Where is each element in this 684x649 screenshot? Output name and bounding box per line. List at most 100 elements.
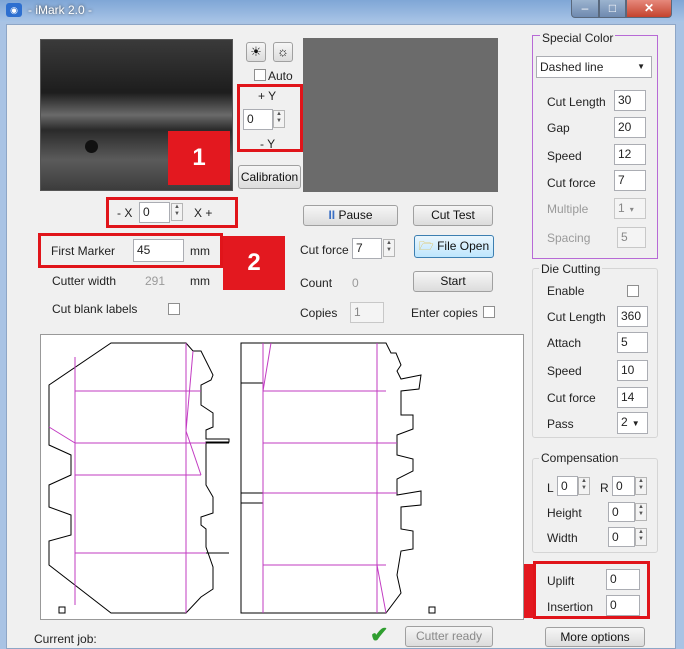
cutter-width-value: 291 xyxy=(145,274,166,288)
chevron-down-icon: ▼ xyxy=(631,419,640,428)
comp-r-input[interactable]: 0 xyxy=(612,476,635,496)
annotation-badge-2: 2 xyxy=(223,236,285,290)
sc-gap-label: Gap xyxy=(547,121,570,135)
sc-spacing-input[interactable]: 5 xyxy=(617,227,646,248)
comp-l-spinner[interactable]: ▲ ▼ xyxy=(578,477,590,495)
insertion-label: Insertion xyxy=(547,600,594,614)
special-color-title: Special Color xyxy=(540,31,616,45)
cut-test-button[interactable]: Cut Test xyxy=(413,205,493,226)
job-preview-canvas xyxy=(40,334,524,620)
count-label: Count xyxy=(300,276,333,290)
first-marker-input[interactable]: 45 xyxy=(133,239,184,262)
window-title: - iMark 2.0 - xyxy=(28,3,93,17)
comp-l-input[interactable]: 0 xyxy=(557,476,578,496)
first-marker-unit: mm xyxy=(190,244,210,258)
dc-pass-value: 2 xyxy=(621,415,628,429)
dc-cut-length-label: Cut Length xyxy=(547,310,606,324)
brightness-icon: ☀ xyxy=(250,44,262,59)
compensation-title: Compensation xyxy=(539,451,621,465)
sc-cut-length-label: Cut Length xyxy=(547,95,606,109)
minus-x-label: - X xyxy=(117,206,133,220)
cutter-width-unit: mm xyxy=(190,274,210,288)
minimize-button[interactable]: – xyxy=(571,0,599,18)
current-job-label: Current job: xyxy=(34,632,97,646)
sc-cut-force-label: Cut force xyxy=(547,176,596,190)
x-offset-input[interactable]: 0 xyxy=(139,202,170,223)
first-marker-label: First Marker xyxy=(51,244,115,258)
preview-pane xyxy=(303,38,498,192)
sc-cut-force-input[interactable]: 7 xyxy=(614,170,646,191)
brightness-icon: ☼ xyxy=(277,44,289,59)
registration-mark-left xyxy=(58,606,66,614)
dc-attach-label: Attach xyxy=(547,336,582,350)
pause-button[interactable]: II Pause xyxy=(303,205,398,226)
more-options-button[interactable]: More options xyxy=(545,627,645,647)
dc-pass-label: Pass xyxy=(547,417,574,431)
cutter-ready-button[interactable]: Cutter ready xyxy=(405,626,493,647)
cut-force-input[interactable]: 7 xyxy=(352,238,382,259)
line-type-value: Dashed line xyxy=(540,60,604,74)
sc-spacing-label: Spacing xyxy=(547,231,591,245)
calibration-button[interactable]: Calibration xyxy=(238,165,301,189)
maximize-button[interactable]: □ xyxy=(599,0,626,18)
crease-lines xyxy=(48,342,397,614)
dc-enable-checkbox[interactable] xyxy=(627,285,639,297)
comp-height-spinner[interactable]: ▲ ▼ xyxy=(635,503,647,521)
dc-speed-label: Speed xyxy=(547,364,582,378)
pause-label: Pause xyxy=(338,208,373,222)
dc-speed-input[interactable]: 10 xyxy=(617,360,648,381)
cut-blank-labels-checkbox[interactable] xyxy=(168,303,180,315)
brightness-down-button[interactable]: ☀ xyxy=(246,42,266,62)
copies-input[interactable]: 1 xyxy=(350,302,384,323)
sc-cut-length-input[interactable]: 30 xyxy=(614,90,646,111)
comp-width-label: Width xyxy=(547,531,578,545)
y-offset-input[interactable]: 0 xyxy=(243,109,273,130)
sc-speed-input[interactable]: 12 xyxy=(614,144,646,165)
registration-mark-right xyxy=(428,606,436,614)
file-open-label: File Open xyxy=(437,239,490,253)
die-cut-outlines xyxy=(48,342,422,614)
close-button[interactable]: ✕ xyxy=(626,0,672,18)
line-type-select[interactable]: Dashed line ▼ xyxy=(536,56,652,78)
plus-y-label: + Y xyxy=(258,89,277,103)
insertion-input[interactable]: 0 xyxy=(606,595,640,616)
sc-multiple-value: 1 xyxy=(618,201,625,215)
comp-height-input[interactable]: 0 xyxy=(608,502,635,522)
cutter-width-label: Cutter width xyxy=(52,274,117,288)
eye-icon[interactable]: ◉ xyxy=(6,3,22,17)
auto-checkbox[interactable] xyxy=(254,69,266,81)
checkmark-icon: ✔ xyxy=(370,622,389,647)
copies-label: Copies xyxy=(300,306,338,320)
chevron-down-icon: ▼ xyxy=(637,62,645,71)
cut-force-label: Cut force xyxy=(300,243,349,257)
start-button[interactable]: Start xyxy=(413,271,493,292)
plus-x-label: X + xyxy=(194,206,213,220)
comp-width-input[interactable]: 0 xyxy=(608,527,635,547)
pause-icon: II xyxy=(328,208,336,222)
auto-label: Auto xyxy=(268,69,293,83)
box-template-drawing xyxy=(48,342,436,614)
dc-attach-input[interactable]: 5 xyxy=(617,332,648,353)
dc-cut-length-input[interactable]: 360 xyxy=(617,306,648,327)
uplift-input[interactable]: 0 xyxy=(606,569,640,590)
sc-multiple-select[interactable]: 1 ▾ xyxy=(614,198,646,219)
dc-cut-force-input[interactable]: 14 xyxy=(617,387,648,408)
file-open-button[interactable]: 🗁 File Open xyxy=(414,235,494,258)
folder-icon: 🗁 xyxy=(418,239,434,253)
dc-pass-select[interactable]: 2 ▼ xyxy=(617,412,648,434)
sc-multiple-label: Multiple xyxy=(547,202,589,216)
comp-height-label: Height xyxy=(547,506,582,520)
enter-copies-label: Enter copies xyxy=(411,306,478,320)
count-value: 0 xyxy=(352,276,359,290)
x-offset-spinner[interactable]: ▲ ▼ xyxy=(171,203,183,221)
dc-enable-label: Enable xyxy=(547,284,585,298)
cut-force-spinner[interactable]: ▲ ▼ xyxy=(383,239,395,257)
brightness-up-button[interactable]: ☼ xyxy=(273,42,293,62)
sc-gap-input[interactable]: 20 xyxy=(614,117,646,138)
minus-y-label: - Y xyxy=(260,137,276,151)
enter-copies-checkbox[interactable] xyxy=(483,306,495,318)
y-offset-spinner[interactable]: ▲ ▼ xyxy=(273,110,285,128)
comp-width-spinner[interactable]: ▲ ▼ xyxy=(635,528,647,546)
uplift-label: Uplift xyxy=(547,574,575,588)
comp-r-spinner[interactable]: ▲ ▼ xyxy=(635,477,647,495)
